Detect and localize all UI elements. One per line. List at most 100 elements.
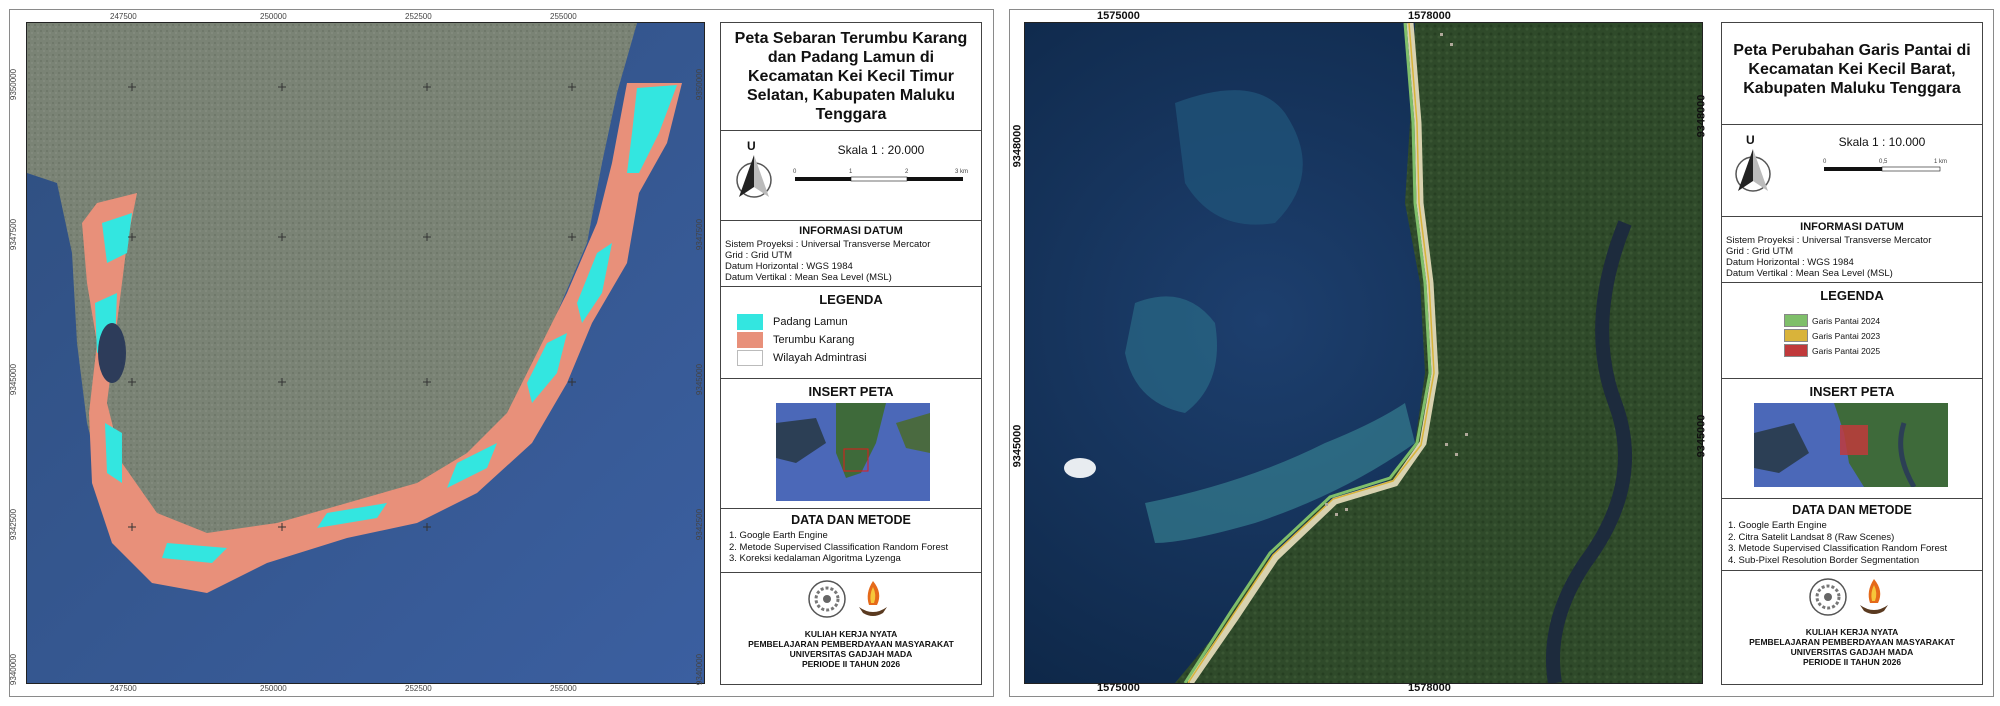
legend-heading: LEGENDA: [819, 292, 883, 307]
legend-item-admin: Wilayah Admintrasi: [737, 349, 981, 367]
legend-label: Garis Pantai 2023: [1812, 330, 1881, 341]
insert-heading: INSERT PETA: [808, 384, 894, 399]
north-arrow-icon: [736, 155, 772, 198]
scale-section: U Skala 1 : 20.000 0 1 2 3 km: [721, 131, 981, 221]
legend-item-2024: Garis Pantai 2024: [1784, 313, 1982, 328]
scale-tick-2: 2: [905, 169, 909, 175]
y-tick-right-3: 9345000: [695, 363, 705, 396]
footer-line: PEMBELAJARAN PEMBERDAYAAN MASYARAKAT: [1749, 637, 1955, 647]
datum-line: Sistem Proyeksi : Universal Transverse M…: [1726, 235, 1932, 246]
datum-line: Grid : Grid UTM: [1726, 246, 1794, 257]
datum-section: INFORMASI DATUM Sistem Proyeksi : Univer…: [721, 221, 981, 287]
legend-section: LEGENDA Garis Pantai 2024 Garis Pantai 2…: [1722, 283, 1982, 379]
ugm-logo-icon: [1809, 578, 1847, 616]
shoreline-2023-swatch: [1784, 329, 1808, 342]
y-tick-left-1: 9348000: [1011, 124, 1024, 168]
insert-map: [1754, 403, 1948, 487]
north-arrow-icon: [1735, 149, 1771, 192]
y-tick-left-5: 9340000: [9, 653, 19, 686]
x-tick-top-1: 247500: [110, 12, 137, 21]
y-tick-left-1: 9350000: [9, 68, 19, 101]
datum-line: Sistem Proyeksi : Universal Transverse M…: [725, 239, 931, 250]
left-satellite-map: [27, 23, 704, 683]
legend-section: LEGENDA Padang Lamun Terumbu Karang Wila…: [721, 287, 981, 379]
legend-item-2023: Garis Pantai 2023: [1784, 328, 1982, 343]
datum-line: Datum Horizontal : WGS 1984: [725, 261, 853, 272]
x-tick-bottom-1: 247500: [110, 684, 137, 693]
footer-line: PEMBELAJARAN PEMBERDAYAAN MASYARAKAT: [748, 639, 954, 649]
y-tick-left-2: 9345000: [1011, 424, 1024, 468]
seagrass-swatch: [737, 314, 763, 330]
coral-swatch: [737, 332, 763, 348]
scale-bar: [795, 176, 963, 182]
right-side-panel: Peta Perubahan Garis Pantai di Kecamatan…: [1721, 22, 1983, 685]
insert-section: INSERT PETA: [1722, 379, 1982, 499]
kkn-logo-icon: [1860, 579, 1888, 614]
y-tick-left-4: 9342500: [9, 508, 19, 541]
datum-line: Datum Vertikal : Mean Sea Level (MSL): [725, 272, 892, 283]
left-map-frame[interactable]: [26, 22, 705, 684]
scale-section: U Skala 1 : 10.000 0 0,5 1 km: [1722, 125, 1982, 217]
right-map-frame[interactable]: [1024, 22, 1703, 684]
left-side-panel: Peta Sebaran Terumbu Karang dan Padang L…: [720, 22, 982, 685]
scale-tick-1: 1: [849, 169, 853, 175]
legend-label: Wilayah Admintrasi: [773, 352, 867, 364]
insert-map: [776, 403, 930, 501]
y-tick-right-5: 9340000: [695, 653, 705, 686]
y-tick-right-2: 9345000: [1695, 414, 1708, 458]
cloud: [1064, 458, 1096, 478]
footer-line: PERIODE II TAHUN 2026: [801, 659, 901, 669]
admin-swatch: [737, 350, 763, 366]
footer-section: KULIAH KERJA NYATA PEMBELAJARAN PEMBERDA…: [1722, 571, 1982, 684]
method-heading: DATA DAN METODE: [791, 513, 911, 527]
insert-heading: INSERT PETA: [1809, 384, 1895, 399]
scale-tick-0: 0: [793, 169, 797, 175]
footer-section: KULIAH KERJA NYATA PEMBELAJARAN PEMBERDA…: [721, 573, 981, 684]
x-tick-top-2: 250000: [260, 12, 287, 21]
shoreline-2025-swatch: [1784, 344, 1808, 357]
scale-tick-2: 1 km: [1934, 159, 1948, 165]
method-heading: DATA DAN METODE: [1792, 503, 1912, 517]
scale-tick-3: 3 km: [955, 169, 969, 175]
scale-tick-0: 0: [1823, 159, 1827, 165]
footer-line: UNIVERSITAS GADJAH MADA: [789, 649, 913, 659]
north-letter: U: [1746, 133, 1755, 147]
map-title: Peta Sebaran Terumbu Karang dan Padang L…: [734, 30, 968, 123]
datum-heading: INFORMASI DATUM: [1800, 221, 1904, 233]
method-item: 3. Koreksi kedalaman Algoritma Lyzenga: [729, 553, 901, 564]
footer-line: KULIAH KERJA NYATA: [1805, 627, 1899, 637]
legend-item-2025: Garis Pantai 2025: [1784, 343, 1982, 358]
insert-section: INSERT PETA: [721, 379, 981, 509]
scale-label: Skala 1 : 10.000: [1838, 135, 1926, 149]
x-tick-bottom-2: 1578000: [1408, 682, 1451, 694]
scale-tick-1: 0,5: [1879, 159, 1888, 165]
map-title: Peta Perubahan Garis Pantai di Kecamatan…: [1733, 42, 1971, 97]
method-item: 2. Metode Supervised Classification Rand…: [729, 541, 949, 553]
x-tick-top-2: 1578000: [1408, 10, 1451, 22]
method-item: 2. Citra Satelit Landsat 8 (Raw Scenes): [1728, 531, 1895, 543]
ugm-logo-icon: [808, 580, 846, 618]
right-map-sheet: 1575000 1578000 1575000 1578000 9348000 …: [1009, 9, 1994, 697]
datum-section: INFORMASI DATUM Sistem Proyeksi : Univer…: [1722, 217, 1982, 283]
datum-line: Datum Vertikal : Mean Sea Level (MSL): [1726, 268, 1893, 279]
legend-label: Garis Pantai 2024: [1812, 315, 1881, 326]
method-item: 3. Metode Supervised Classification Rand…: [1728, 543, 1948, 554]
legend-item-seagrass: Padang Lamun: [737, 313, 981, 331]
method-item: 1. Google Earth Engine: [1728, 520, 1827, 531]
datum-heading: INFORMASI DATUM: [799, 225, 903, 237]
right-satellite-map: [1025, 23, 1702, 683]
y-tick-right-1: 9350000: [695, 68, 705, 101]
left-map-sheet: 247500 250000 252500 255000 247500 25000…: [9, 9, 994, 697]
footer-line: PERIODE II TAHUN 2026: [1802, 657, 1902, 667]
x-tick-bottom-2: 250000: [260, 684, 287, 693]
method-section: DATA DAN METODE 1. Google Earth Engine 2…: [1722, 499, 1982, 571]
datum-line: Grid : Grid UTM: [725, 250, 793, 261]
legend-label: Garis Pantai 2025: [1812, 345, 1881, 356]
method-item: 4. Sub-Pixel Resolution Border Segmentat…: [1728, 554, 1920, 566]
shoreline-2024-swatch: [1784, 314, 1808, 327]
x-tick-bottom-1: 1575000: [1097, 682, 1140, 694]
y-tick-right-4: 9342500: [695, 508, 705, 541]
method-section: DATA DAN METODE 1. Google Earth Engine 2…: [721, 509, 981, 573]
legend-heading: LEGENDA: [1820, 288, 1884, 303]
footer-line: KULIAH KERJA NYATA: [804, 629, 898, 639]
